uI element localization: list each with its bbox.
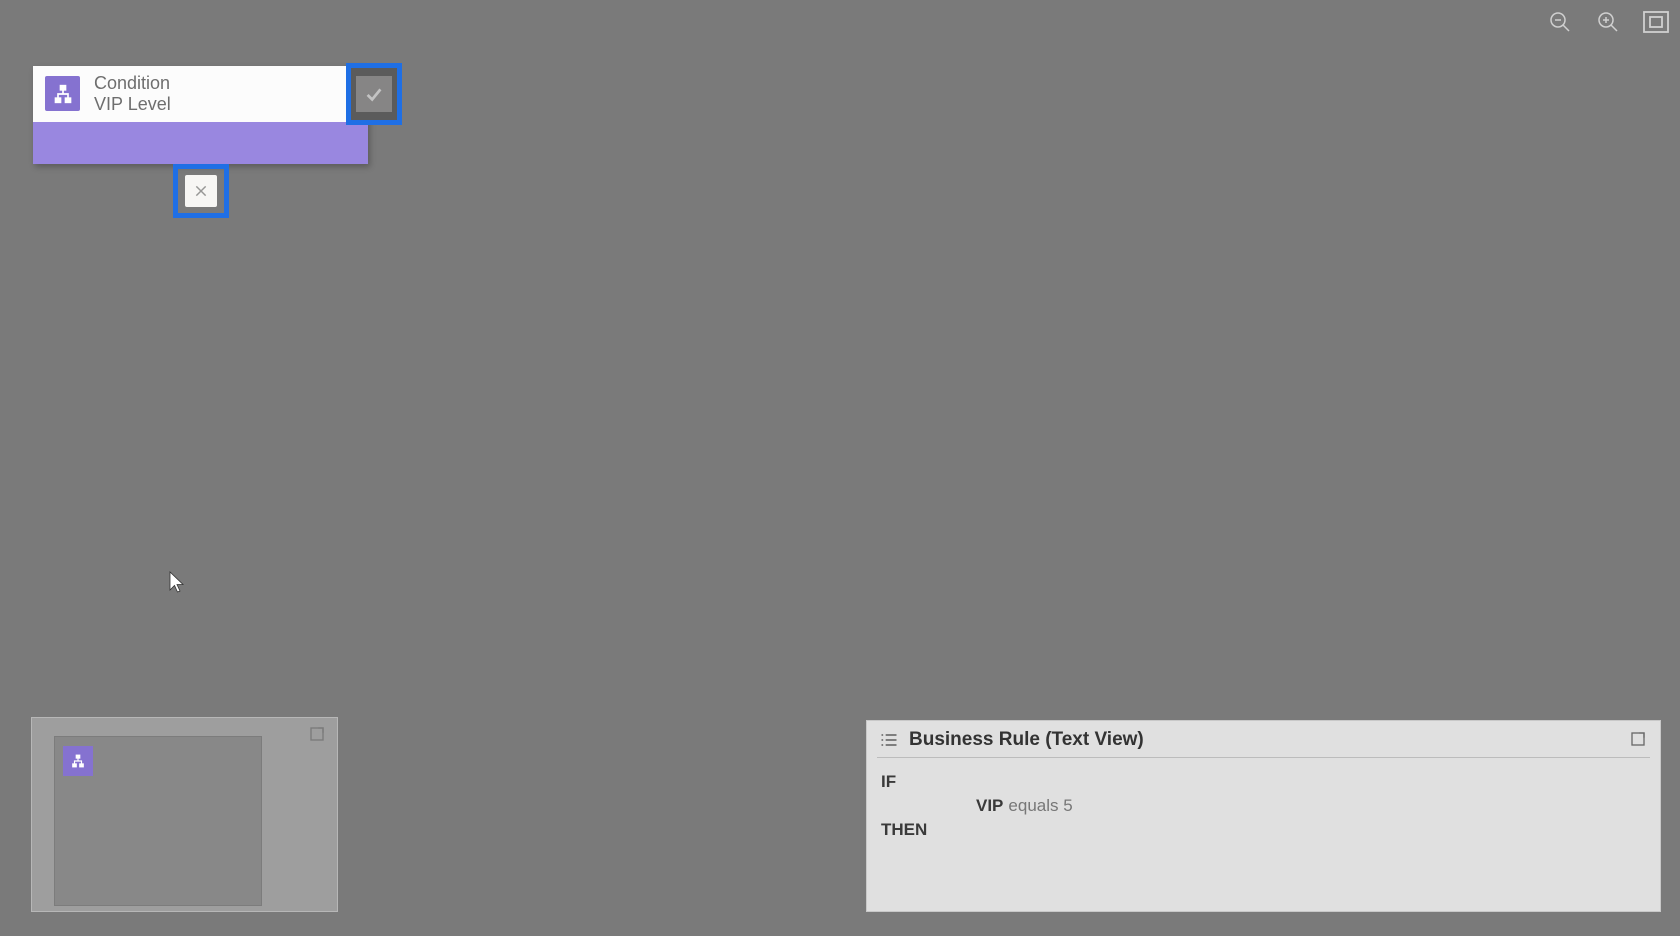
condition-type-label: Condition [94,73,171,94]
zoom-in-icon[interactable] [1594,8,1622,36]
close-icon [185,175,217,207]
textview-header: Business Rule (Text View) [867,721,1660,757]
textview-title: Business Rule (Text View) [909,729,1144,751]
condition-node[interactable]: Condition VIP Level [33,66,368,164]
minimap-condition-icon [63,746,93,776]
condition-name-label: VIP Level [94,94,171,115]
no-connector[interactable] [173,164,229,218]
rule-field: VIP [976,796,1003,816]
checkmark-icon [356,76,392,112]
condition-text: Condition VIP Level [94,66,171,122]
rule-if-line: IF [881,772,1646,792]
minimap-panel[interactable] [31,717,338,912]
minimap-viewport[interactable] [54,736,262,906]
fit-to-screen-icon[interactable] [1642,8,1670,36]
rule-operator: equals 5 [1008,796,1072,816]
textview-panel: Business Rule (Text View) IF VIP equals … [866,720,1661,912]
if-keyword: IF [881,772,961,792]
zoom-out-icon[interactable] [1546,8,1574,36]
minimap-expand-icon[interactable] [309,726,327,744]
cursor-icon [168,570,186,599]
yes-connector[interactable] [346,63,402,125]
rule-condition-line: VIP equals 5 [881,796,1646,816]
then-keyword: THEN [881,820,961,840]
condition-footer [33,122,368,164]
textview-expand-icon[interactable] [1630,731,1648,749]
condition-icon [45,76,80,111]
rule-then-line: THEN [881,820,1646,840]
textview-icon [879,730,899,750]
condition-header: Condition VIP Level [33,66,368,122]
canvas-toolbar [1546,8,1670,36]
textview-body: IF VIP equals 5 THEN [877,757,1650,840]
